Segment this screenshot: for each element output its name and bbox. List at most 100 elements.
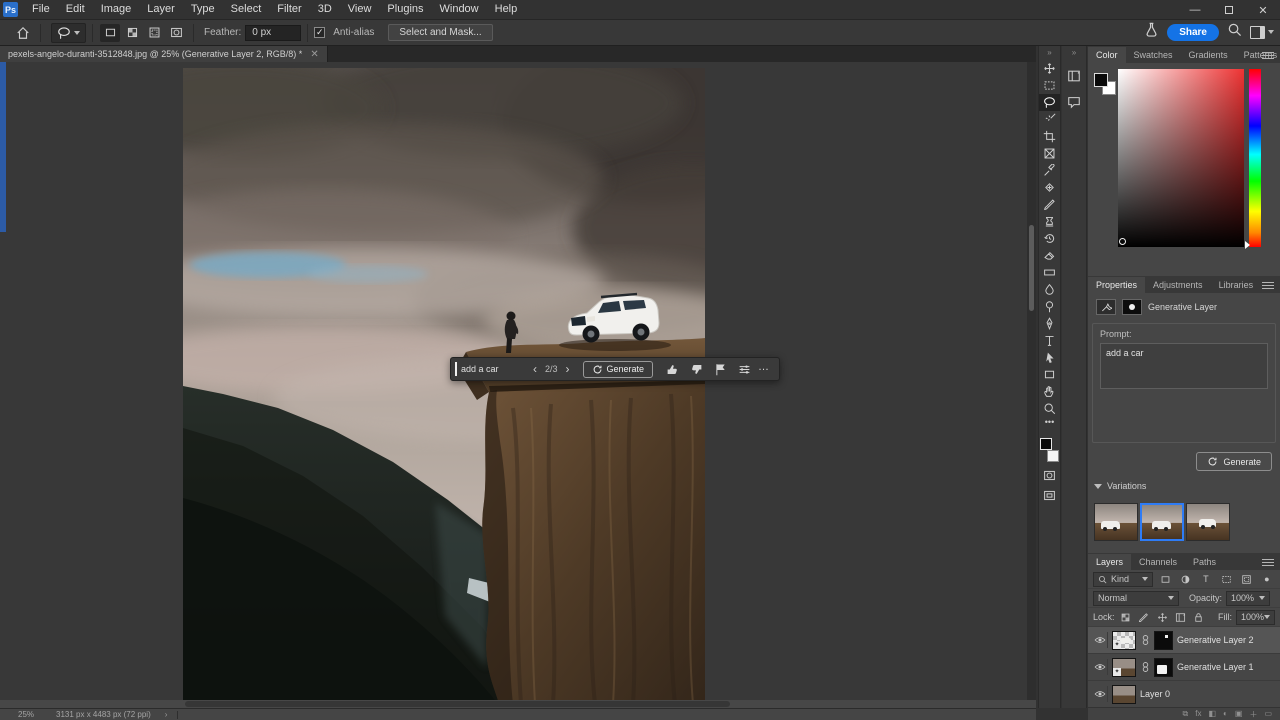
layer-mask-thumbnail[interactable]: [1154, 657, 1173, 677]
fill-dropdown[interactable]: 100%: [1236, 609, 1276, 625]
background-color-swatch[interactable]: [1047, 450, 1059, 462]
minimize-button[interactable]: —: [1178, 0, 1212, 20]
select-and-mask-button[interactable]: Select and Mask...: [388, 24, 493, 41]
filter-adjustment-layers-icon[interactable]: [1177, 572, 1193, 587]
variation-thumbnail-3[interactable]: [1186, 503, 1230, 541]
foreground-color-swatch[interactable]: [1094, 73, 1108, 87]
thumbs-up-icon[interactable]: [660, 358, 684, 380]
spot-healing-tool[interactable]: [1039, 179, 1060, 196]
lock-position-icon[interactable]: [1155, 610, 1169, 625]
filter-smart-objects-icon[interactable]: [1238, 572, 1254, 587]
menu-edit[interactable]: Edit: [58, 0, 93, 19]
generate-button[interactable]: Generate: [1196, 452, 1272, 471]
tab-layers[interactable]: Layers: [1088, 554, 1132, 570]
tab-close-icon[interactable]: ✕: [310, 49, 318, 60]
menu-file[interactable]: File: [24, 0, 58, 19]
status-expand-icon[interactable]: ›: [165, 710, 168, 719]
blur-tool[interactable]: [1039, 281, 1060, 298]
maximize-button[interactable]: [1212, 0, 1246, 20]
rectangle-tool[interactable]: [1039, 366, 1060, 383]
canvas-area[interactable]: add a car ‹ 2/3 › Generate …: [0, 62, 1036, 708]
layer-name[interactable]: Generative Layer 1: [1177, 662, 1254, 672]
frame-tool[interactable]: [1039, 145, 1060, 162]
filter-toggle-icon[interactable]: ●: [1259, 572, 1275, 587]
menu-help[interactable]: Help: [487, 0, 526, 19]
tab-channels[interactable]: Channels: [1131, 554, 1185, 570]
lock-artboard-icon[interactable]: [1173, 610, 1187, 625]
link-layers-icon[interactable]: ⧉: [1183, 709, 1189, 720]
menu-image[interactable]: Image: [93, 0, 140, 19]
thumbs-down-icon[interactable]: [684, 358, 708, 380]
toolbar-collapse-handle[interactable]: »: [1039, 46, 1060, 60]
layer-thumbnail[interactable]: ✦: [1112, 630, 1136, 650]
variation-thumbnail-1[interactable]: [1094, 503, 1138, 541]
foreground-color-swatch[interactable]: [1040, 438, 1052, 450]
panel-menu-icon[interactable]: [1262, 559, 1274, 566]
home-icon[interactable]: [12, 23, 34, 43]
layer-name[interactable]: Layer 0: [1140, 689, 1170, 699]
crop-tool[interactable]: [1039, 128, 1060, 145]
variations-header[interactable]: Variations: [1094, 481, 1146, 491]
horizontal-scrollbar[interactable]: [0, 700, 1036, 708]
pen-tool[interactable]: [1039, 315, 1060, 332]
lasso-tool[interactable]: [1039, 94, 1060, 111]
zoom-tool[interactable]: [1039, 400, 1060, 417]
layer-effects-icon[interactable]: fx: [1195, 709, 1201, 720]
next-variation-button[interactable]: ›: [560, 358, 576, 380]
vertical-scrollbar-thumb[interactable]: [1029, 225, 1034, 311]
rectangular-marquee-tool[interactable]: [1039, 77, 1060, 94]
menu-filter[interactable]: Filter: [269, 0, 309, 19]
edit-toolbar-icon[interactable]: •••: [1039, 417, 1060, 431]
filter-pixel-layers-icon[interactable]: [1157, 572, 1173, 587]
prompt-textarea[interactable]: add a car: [1100, 343, 1268, 389]
tab-paths[interactable]: Paths: [1185, 554, 1224, 570]
lock-pixels-icon[interactable]: [1137, 610, 1151, 625]
panel-collapse-handle[interactable]: »: [1062, 46, 1086, 60]
layer-thumbnail[interactable]: [1112, 684, 1136, 704]
hue-slider[interactable]: [1245, 69, 1261, 249]
settings-sliders-icon[interactable]: [732, 358, 756, 380]
opacity-dropdown[interactable]: 100%: [1226, 590, 1271, 606]
kind-filter-dropdown[interactable]: Kind: [1093, 571, 1153, 587]
add-mask-icon[interactable]: ◧: [1208, 709, 1216, 720]
tab-adjustments[interactable]: Adjustments: [1145, 277, 1211, 293]
menu-type[interactable]: Type: [183, 0, 223, 19]
path-selection-tool[interactable]: [1039, 349, 1060, 366]
move-tool[interactable]: [1039, 60, 1060, 77]
layer-thumbnail[interactable]: ✦: [1112, 657, 1136, 677]
variation-thumbnail-2-selected[interactable]: [1140, 503, 1184, 541]
hue-slider-marker[interactable]: [1245, 241, 1250, 249]
eraser-tool[interactable]: [1039, 247, 1060, 264]
history-brush-tool[interactable]: [1039, 230, 1060, 247]
brush-tool[interactable]: [1039, 196, 1060, 213]
panel-menu-icon[interactable]: [1262, 52, 1274, 59]
workspace-switcher[interactable]: [1250, 25, 1274, 39]
lock-all-icon[interactable]: [1192, 610, 1206, 625]
document-tab[interactable]: pexels-angelo-duranti-3512848.jpg @ 25% …: [0, 46, 328, 62]
menu-window[interactable]: Window: [432, 0, 487, 19]
tab-gradients[interactable]: Gradients: [1181, 47, 1236, 63]
type-tool[interactable]: [1039, 332, 1060, 349]
magic-wand-tool[interactable]: [1039, 111, 1060, 128]
hand-tool[interactable]: [1039, 383, 1060, 400]
active-tool-preset[interactable]: [51, 22, 86, 43]
beta-flask-icon[interactable]: [1144, 22, 1159, 42]
lock-transparency-icon[interactable]: [1119, 610, 1133, 625]
document-image[interactable]: [183, 68, 705, 704]
tab-color[interactable]: Color: [1088, 47, 1126, 63]
screen-mode-button[interactable]: [1039, 487, 1060, 504]
horizontal-scrollbar-thumb[interactable]: [185, 701, 730, 707]
previous-variation-button[interactable]: ‹: [527, 358, 543, 380]
foreground-background-colors[interactable]: [1039, 437, 1060, 463]
vertical-scrollbar[interactable]: [1027, 62, 1036, 700]
prompt-input[interactable]: add a car: [461, 364, 527, 374]
share-button[interactable]: Share: [1167, 23, 1219, 41]
layer-row-layer-0[interactable]: Layer 0: [1088, 681, 1280, 708]
clone-stamp-tool[interactable]: [1039, 213, 1060, 230]
search-icon[interactable]: [1227, 22, 1242, 42]
gradient-tool[interactable]: [1039, 264, 1060, 281]
intersect-selection-mode-button[interactable]: [166, 24, 186, 42]
menu-select[interactable]: Select: [223, 0, 270, 19]
menu-layer[interactable]: Layer: [139, 0, 183, 19]
filter-type-layers-icon[interactable]: T: [1198, 572, 1214, 587]
